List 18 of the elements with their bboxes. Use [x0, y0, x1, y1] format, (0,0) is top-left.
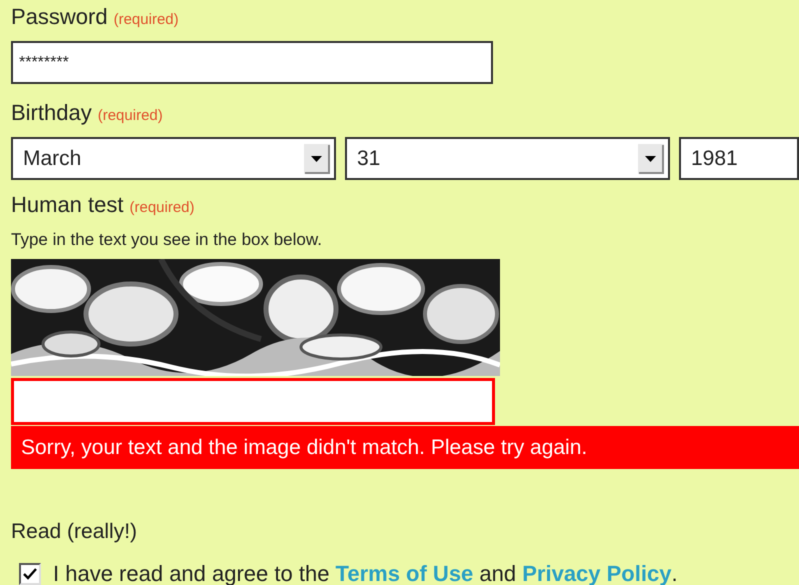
dropdown[interactable]: 1981 — [679, 137, 799, 180]
answer-field[interactable] — [11, 378, 495, 424]
section-label: Read (really!) — [11, 519, 138, 545]
dropdown-arrow-icon[interactable] — [638, 144, 664, 174]
check-icon — [23, 568, 37, 580]
dropdown[interactable]: March — [11, 137, 336, 180]
field-label: Birthday — [11, 100, 92, 125]
error-message: Sorry, your text and the image didn't match. Please try again. — [11, 426, 799, 469]
instruction-text: Type in the text you see in the box below. — [11, 229, 323, 251]
field-label: Password — [11, 4, 108, 29]
required-note: (required) — [130, 199, 195, 216]
required-note: (required) — [98, 107, 163, 124]
dropdown-arrow-icon[interactable] — [304, 144, 330, 174]
password-field[interactable]: ******** — [11, 41, 493, 84]
required-note: (required) — [114, 11, 179, 28]
checkbox[interactable] — [19, 562, 41, 584]
field-label: Human test — [11, 192, 124, 217]
dropdown[interactable]: 31 — [345, 137, 670, 180]
